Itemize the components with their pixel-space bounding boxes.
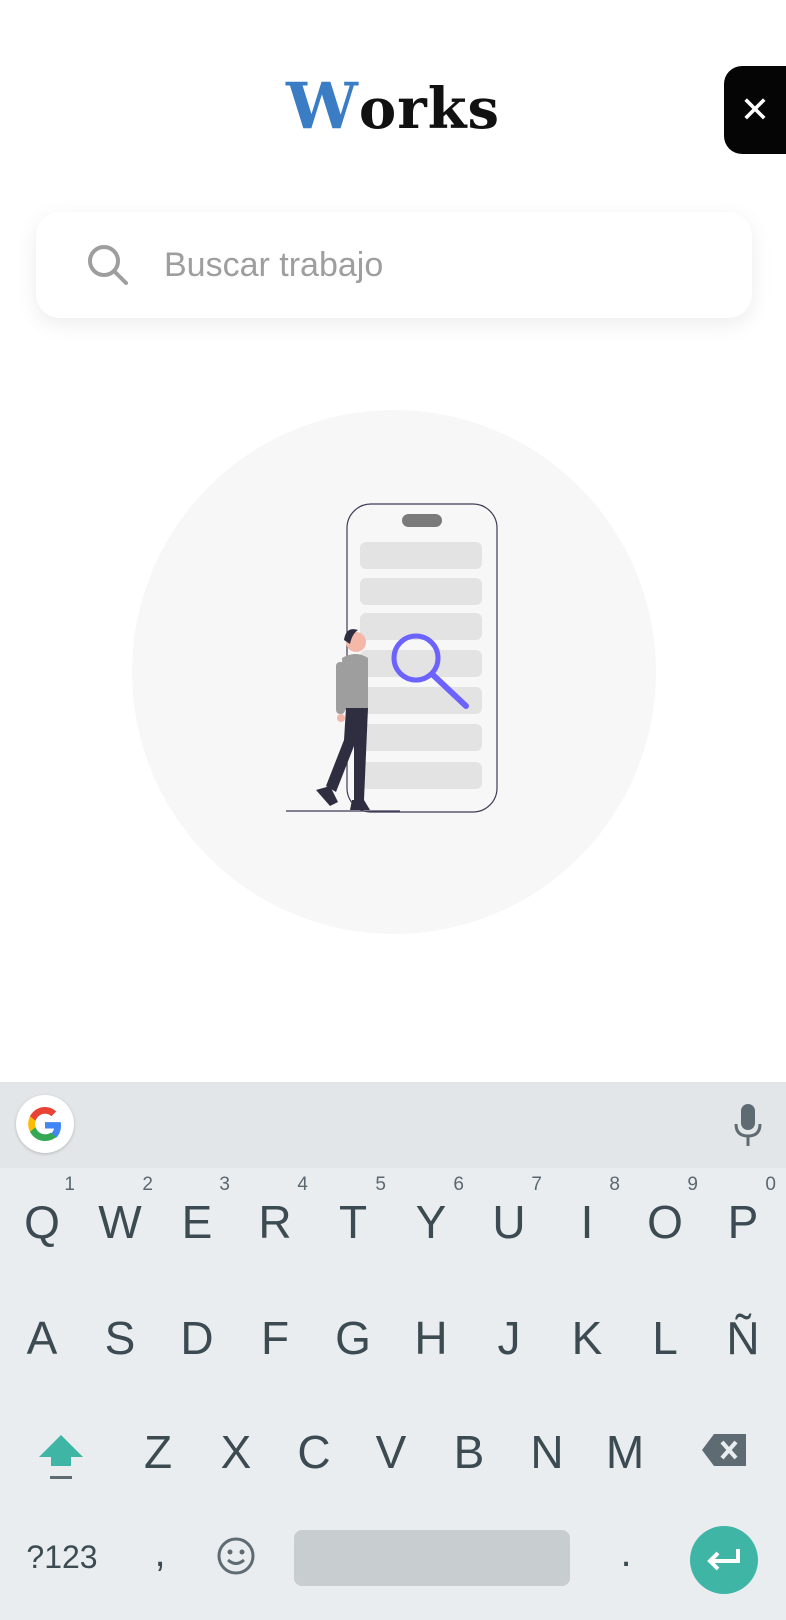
key-f[interactable]: F (236, 1288, 314, 1388)
key-k[interactable]: K (548, 1288, 626, 1388)
search-input[interactable] (162, 244, 686, 286)
key-u[interactable]: U7 (470, 1172, 548, 1272)
search-bar[interactable] (36, 212, 752, 318)
key-h[interactable]: H (392, 1288, 470, 1388)
key-n[interactable]: N (508, 1402, 586, 1502)
enter-key[interactable] (690, 1526, 758, 1594)
keyboard-suggestion-bar (0, 1082, 786, 1168)
key-o[interactable]: O9 (626, 1172, 704, 1272)
key-t[interactable]: T5 (314, 1172, 392, 1272)
google-button[interactable] (16, 1095, 74, 1153)
close-icon: ✕ (739, 89, 771, 130)
key-y[interactable]: Y6 (392, 1172, 470, 1272)
app-logo: Works (0, 74, 786, 143)
space-key[interactable] (294, 1530, 570, 1586)
key-i[interactable]: I8 (548, 1172, 626, 1272)
google-icon (28, 1107, 61, 1141)
key-w[interactable]: W2 (81, 1172, 159, 1272)
symbols-key[interactable]: ?123 (20, 1522, 104, 1592)
close-button[interactable]: ✕ (724, 66, 786, 154)
key-m[interactable]: M (586, 1402, 664, 1502)
key-z[interactable]: Z (119, 1402, 197, 1502)
keyboard-row-2: A S D F G H J K L Ñ (0, 1288, 786, 1398)
microphone-icon[interactable] (732, 1102, 764, 1148)
key-a[interactable]: A (3, 1288, 81, 1388)
key-x[interactable]: X (197, 1402, 275, 1502)
keyboard-row-3: Z X C V B N M (0, 1402, 786, 1512)
person-searching-phone-illustration (286, 503, 498, 813)
key-s[interactable]: S (81, 1288, 159, 1388)
key-v[interactable]: V (352, 1402, 430, 1502)
key-g[interactable]: G (314, 1288, 392, 1388)
key-enye[interactable]: Ñ (704, 1288, 782, 1388)
key-d[interactable]: D (158, 1288, 236, 1388)
key-e[interactable]: E3 (158, 1172, 236, 1272)
key-r[interactable]: R4 (236, 1172, 314, 1272)
keyboard-row-1: Q1 W2 E3 R4 T5 Y6 U7 I8 O9 P0 (0, 1172, 786, 1282)
search-icon (88, 245, 128, 285)
enter-icon (707, 1549, 740, 1571)
emoji-icon[interactable] (216, 1536, 256, 1576)
comma-key[interactable]: , (140, 1518, 180, 1588)
key-l[interactable]: L (626, 1288, 704, 1388)
backspace-icon[interactable] (700, 1432, 748, 1468)
period-key[interactable]: . (606, 1518, 646, 1588)
key-p[interactable]: P0 (704, 1172, 782, 1272)
logo-text: orks (358, 76, 501, 142)
key-q[interactable]: Q1 (3, 1172, 81, 1272)
key-j[interactable]: J (470, 1288, 548, 1388)
key-c[interactable]: C (275, 1402, 353, 1502)
key-b[interactable]: B (430, 1402, 508, 1502)
logo-initial: W (285, 69, 359, 144)
app-screen: Works ✕ Buscar trabajo Q 1 W 2 E 3 R 4 T… (0, 0, 786, 1620)
